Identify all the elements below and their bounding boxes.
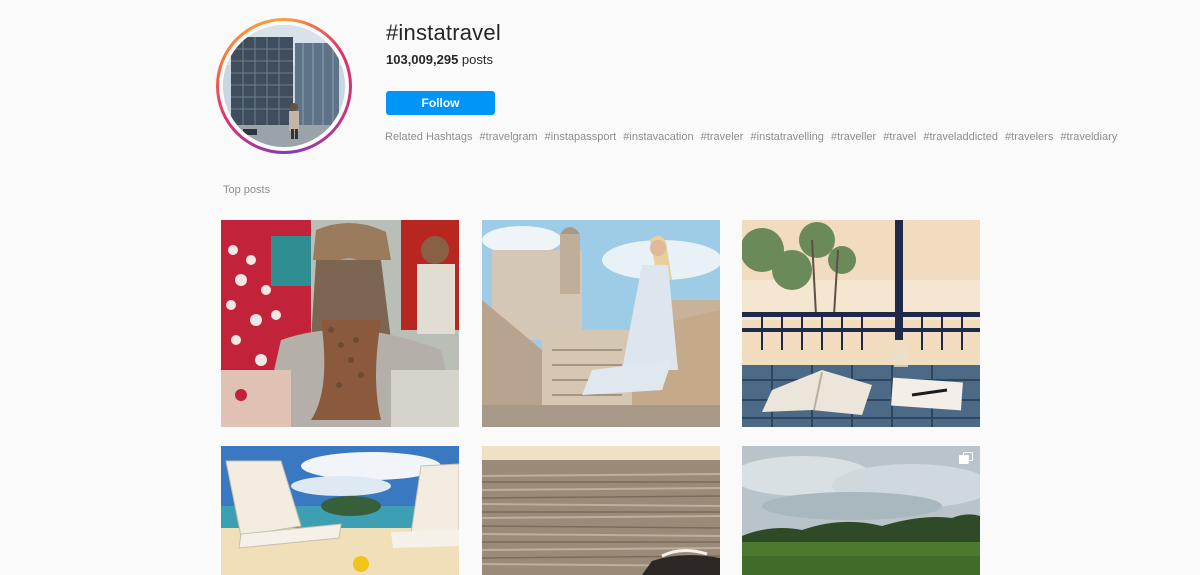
avatar-image [223, 25, 345, 147]
related-hashtags-label: Related Hashtags [385, 131, 473, 143]
post-count-label: posts [461, 52, 493, 67]
post-thumbnail[interactable] [742, 220, 980, 427]
hashtag-avatar[interactable] [216, 18, 352, 154]
post-image [482, 446, 720, 575]
related-tag-travel[interactable]: #travel [883, 131, 916, 143]
post-image [742, 220, 980, 427]
related-tag-traveladdicted[interactable]: #traveladdicted [923, 131, 998, 143]
post-image [221, 446, 459, 575]
post-thumbnail[interactable] [221, 446, 459, 575]
post-count: 103,009,295 posts [386, 52, 493, 67]
post-thumbnail[interactable] [742, 446, 980, 575]
post-image [742, 446, 980, 575]
post-thumbnail[interactable] [221, 220, 459, 427]
related-tag-travelgram[interactable]: #travelgram [480, 131, 538, 143]
carousel-icon [959, 452, 973, 464]
related-tag-instapassport[interactable]: #instapassport [545, 131, 617, 143]
related-tag-instatravelling[interactable]: #instatravelling [751, 131, 824, 143]
post-thumbnail[interactable] [482, 220, 720, 427]
follow-button[interactable]: Follow [386, 91, 495, 115]
related-hashtags: Related Hashtags #travelgram #instapassp… [385, 131, 1121, 143]
post-image [482, 220, 720, 427]
post-thumbnail[interactable] [482, 446, 720, 575]
top-posts-heading: Top posts [223, 184, 271, 196]
related-tag-traveldiary[interactable]: #traveldiary [1060, 131, 1117, 143]
related-tag-traveller[interactable]: #traveller [831, 131, 876, 143]
related-tag-traveler[interactable]: #traveler [701, 131, 744, 143]
post-image [221, 220, 459, 427]
hashtag-page: #instatravel 103,009,295 posts Follow Re… [0, 0, 1200, 575]
hashtag-title: #instatravel [386, 20, 501, 45]
post-count-number: 103,009,295 [386, 52, 459, 67]
related-tag-instavacation[interactable]: #instavacation [623, 131, 693, 143]
related-tag-travelers[interactable]: #travelers [1005, 131, 1053, 143]
